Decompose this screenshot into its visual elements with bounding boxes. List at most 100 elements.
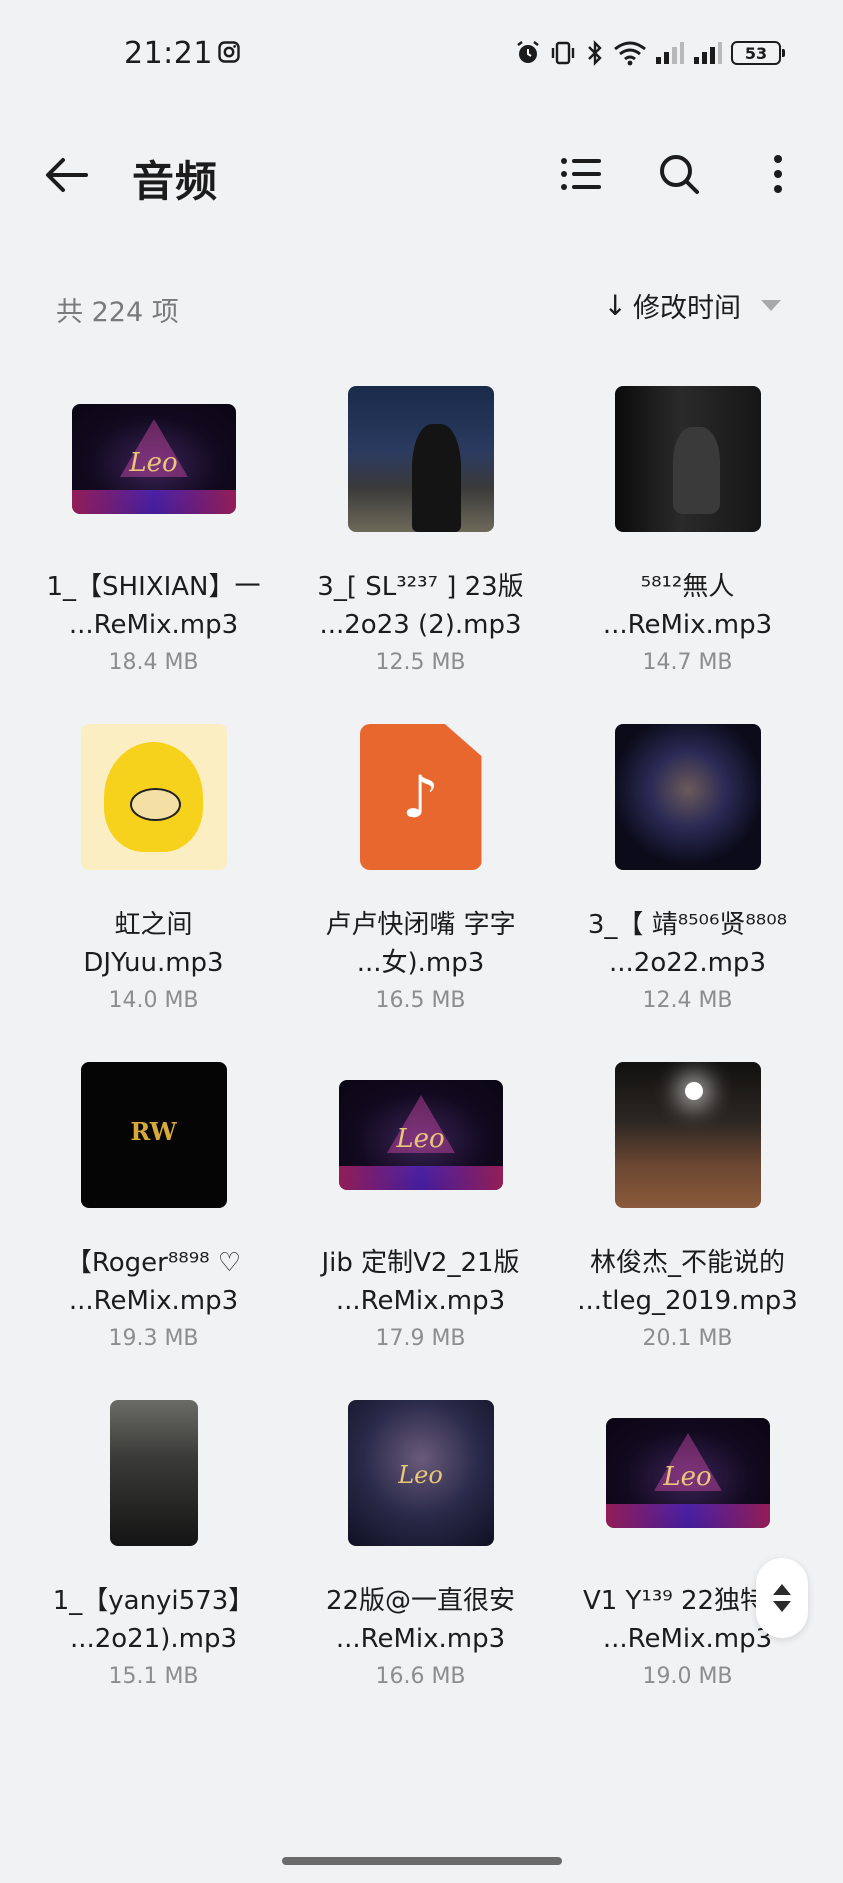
file-name: ⁵⁸¹²無人 ...ReMix.mp3	[563, 568, 813, 644]
dropdown-caret-icon	[761, 300, 781, 311]
thumbnail-glow	[71, 490, 236, 514]
file-size: 12.5 MB	[375, 650, 466, 675]
file-name-line2: ...ReMix.mp3	[602, 610, 773, 640]
file-name-line1: 22版@一直很安	[325, 1586, 516, 1616]
file-grid[interactable]: 1_1_V2-星辰大...ReMix.mp315.4 MBV2【𝓕𝓻𝓮𝓭⁸³³³…	[0, 344, 843, 1883]
file-size: 16.5 MB	[375, 988, 466, 1013]
file-name-line1: 林俊杰_不能说的	[589, 1248, 785, 1278]
thumbnail-container	[59, 1378, 249, 1568]
thumbnail-container	[593, 1040, 783, 1230]
file-tile[interactable]: ⁵⁸¹²無人 ...ReMix.mp3 14.7 MB	[554, 364, 821, 702]
file-name: 林俊杰_不能说的 ...tleg_2019.mp3	[563, 1244, 813, 1320]
file-tile[interactable]: 虹之间 DJYuu.mp3 14.0 MB	[20, 702, 287, 1040]
wifi-icon	[614, 41, 646, 66]
album-art-thumbnail	[614, 386, 761, 532]
file-name: 卢卢快闭嘴 字字 ...女).mp3	[296, 906, 546, 982]
file-tile[interactable]: V2【𝓕𝓻𝓮𝓭⁸³³³】...ReMix.mp317.4 MB	[287, 344, 554, 364]
search-button[interactable]	[649, 144, 709, 204]
file-name-line2: ...ReMix.mp3	[335, 1286, 506, 1316]
status-time: 21:21	[124, 36, 213, 71]
back-arrow-icon	[46, 158, 88, 192]
file-tile[interactable]: 【Roger⁸⁸⁹⁸ ♡ ...ReMix.mp3 19.3 MB	[20, 1040, 287, 1378]
app-bar: 音频	[0, 130, 843, 218]
file-name-line1: 1_【yanyi573】	[52, 1586, 255, 1616]
file-tile[interactable]: Jib 定制V2_21版 ...ReMix.mp3 17.9 MB	[287, 1040, 554, 1378]
battery-level: 53	[744, 43, 768, 63]
album-art-thumbnail	[347, 386, 494, 532]
file-tile[interactable]: 【 L3...Remix.mp317.5 MB	[554, 344, 821, 364]
thumbnail-container	[59, 1040, 249, 1230]
file-size: 20.1 MB	[642, 1326, 733, 1351]
album-art-thumbnail	[109, 1400, 198, 1546]
file-tile[interactable]: 1_【yanyi573】 ...2o21).mp3 15.1 MB	[20, 1378, 287, 1716]
file-name-line1: 3_[ SL³²³⁷ ] 23版	[317, 572, 524, 602]
instagram-icon	[218, 41, 240, 63]
thumbnail-glow	[605, 1504, 770, 1528]
file-tile[interactable]: 3_[ SL³²³⁷ ] 23版 ...2o23 (2).mp3 12.5 MB	[287, 364, 554, 702]
file-name-line2: ...2o23 (2).mp3	[319, 610, 522, 640]
status-bar: 21:21 53	[0, 0, 843, 108]
file-tile[interactable]: 1_1_V2-星辰大...ReMix.mp315.4 MB	[20, 344, 287, 364]
thumbnail-glow	[338, 1166, 503, 1190]
file-size: 12.4 MB	[642, 988, 733, 1013]
file-name: Jib 定制V2_21版 ...ReMix.mp3	[296, 1244, 546, 1320]
file-name-line1: 1_【SHIXIAN】一	[46, 572, 261, 602]
fast-scroll-handle[interactable]	[756, 1558, 808, 1638]
sort-button[interactable]: ↓ 修改时间	[604, 286, 781, 325]
file-name: 22版@一直很安 ...ReMix.mp3	[296, 1582, 546, 1658]
file-name-line2: DJYuu.mp3	[83, 948, 224, 978]
file-tile[interactable]: 3_【 靖⁸⁵⁰⁶贤⁸⁸⁰⁸ ...2o22.mp3 12.4 MB	[554, 702, 821, 1040]
audio-file-icon: ♪	[359, 724, 482, 870]
item-count: 共 224 项	[56, 297, 179, 328]
album-art-thumbnail	[347, 1400, 494, 1546]
list-view-button[interactable]	[551, 144, 611, 204]
scroll-down-icon	[773, 1601, 791, 1612]
file-name-line1: ⁵⁸¹²無人	[640, 572, 735, 602]
file-size: 16.6 MB	[375, 1664, 466, 1689]
thumbnail-container	[59, 702, 249, 892]
scroll-up-icon	[773, 1584, 791, 1595]
file-size: 18.4 MB	[108, 650, 199, 675]
file-tile[interactable]: V1 Y¹³⁹ 22独特版...ReMix.mp319.0 MB	[554, 1378, 821, 1716]
file-tile[interactable]: 22版@一直很安 ...ReMix.mp3 16.6 MB	[287, 1378, 554, 1716]
thumbnail-container	[59, 364, 249, 554]
file-name-line1: Jib 定制V2_21版	[321, 1248, 520, 1278]
file-name-line2: ...2o21).mp3	[69, 1624, 238, 1654]
file-name: 【Roger⁸⁸⁹⁸ ♡ ...ReMix.mp3	[29, 1244, 279, 1320]
file-name-line2: ...ReMix.mp3	[68, 610, 239, 640]
vibrate-icon	[551, 41, 575, 65]
file-size: 19.3 MB	[108, 1326, 199, 1351]
file-name-line2: ...ReMix.mp3	[335, 1624, 506, 1654]
thumbnail-container	[326, 1040, 516, 1230]
bluetooth-icon	[588, 40, 602, 66]
file-name: 3_【 靖⁸⁵⁰⁶贤⁸⁸⁰⁸ ...2o22.mp3	[563, 906, 813, 982]
thumbnail-container	[326, 1378, 516, 1568]
file-name-line2: ...女).mp3	[356, 948, 485, 978]
page-title: 音频	[132, 157, 219, 206]
album-art-thumbnail	[614, 1062, 761, 1208]
list-view-icon	[561, 158, 601, 190]
file-size: 14.7 MB	[642, 650, 733, 675]
list-subheader: 共 224 项 ↓ 修改时间	[0, 286, 843, 330]
file-name: 3_[ SL³²³⁷ ] 23版 ...2o23 (2).mp3	[296, 568, 546, 644]
file-tile[interactable]: ♪ 卢卢快闭嘴 字字 ...女).mp3 16.5 MB	[287, 702, 554, 1040]
file-name: 1_【SHIXIAN】一 ...ReMix.mp3	[29, 568, 279, 644]
thumbnail-container	[326, 364, 516, 554]
thumbnail-container	[593, 702, 783, 892]
file-tile[interactable]: 1_【SHIXIAN】一 ...ReMix.mp3 18.4 MB	[20, 364, 287, 702]
signal-icon-2	[694, 42, 722, 64]
thumbnail-container	[593, 1378, 783, 1568]
file-tile[interactable]: 林俊杰_不能说的 ...tleg_2019.mp3 20.1 MB	[554, 1040, 821, 1378]
back-button[interactable]	[36, 148, 96, 202]
battery-icon: 53	[731, 41, 785, 65]
more-options-button[interactable]	[748, 144, 808, 204]
signal-icon-1	[656, 42, 684, 64]
alarm-icon	[517, 41, 539, 63]
home-indicator[interactable]	[282, 1857, 562, 1865]
file-name-line2: ...tleg_2019.mp3	[577, 1286, 798, 1316]
file-size: 15.1 MB	[108, 1664, 199, 1689]
album-art-thumbnail	[614, 724, 761, 870]
file-size: 14.0 MB	[108, 988, 199, 1013]
file-name: 1_【yanyi573】 ...2o21).mp3	[29, 1582, 279, 1658]
album-art-thumbnail	[80, 724, 227, 870]
